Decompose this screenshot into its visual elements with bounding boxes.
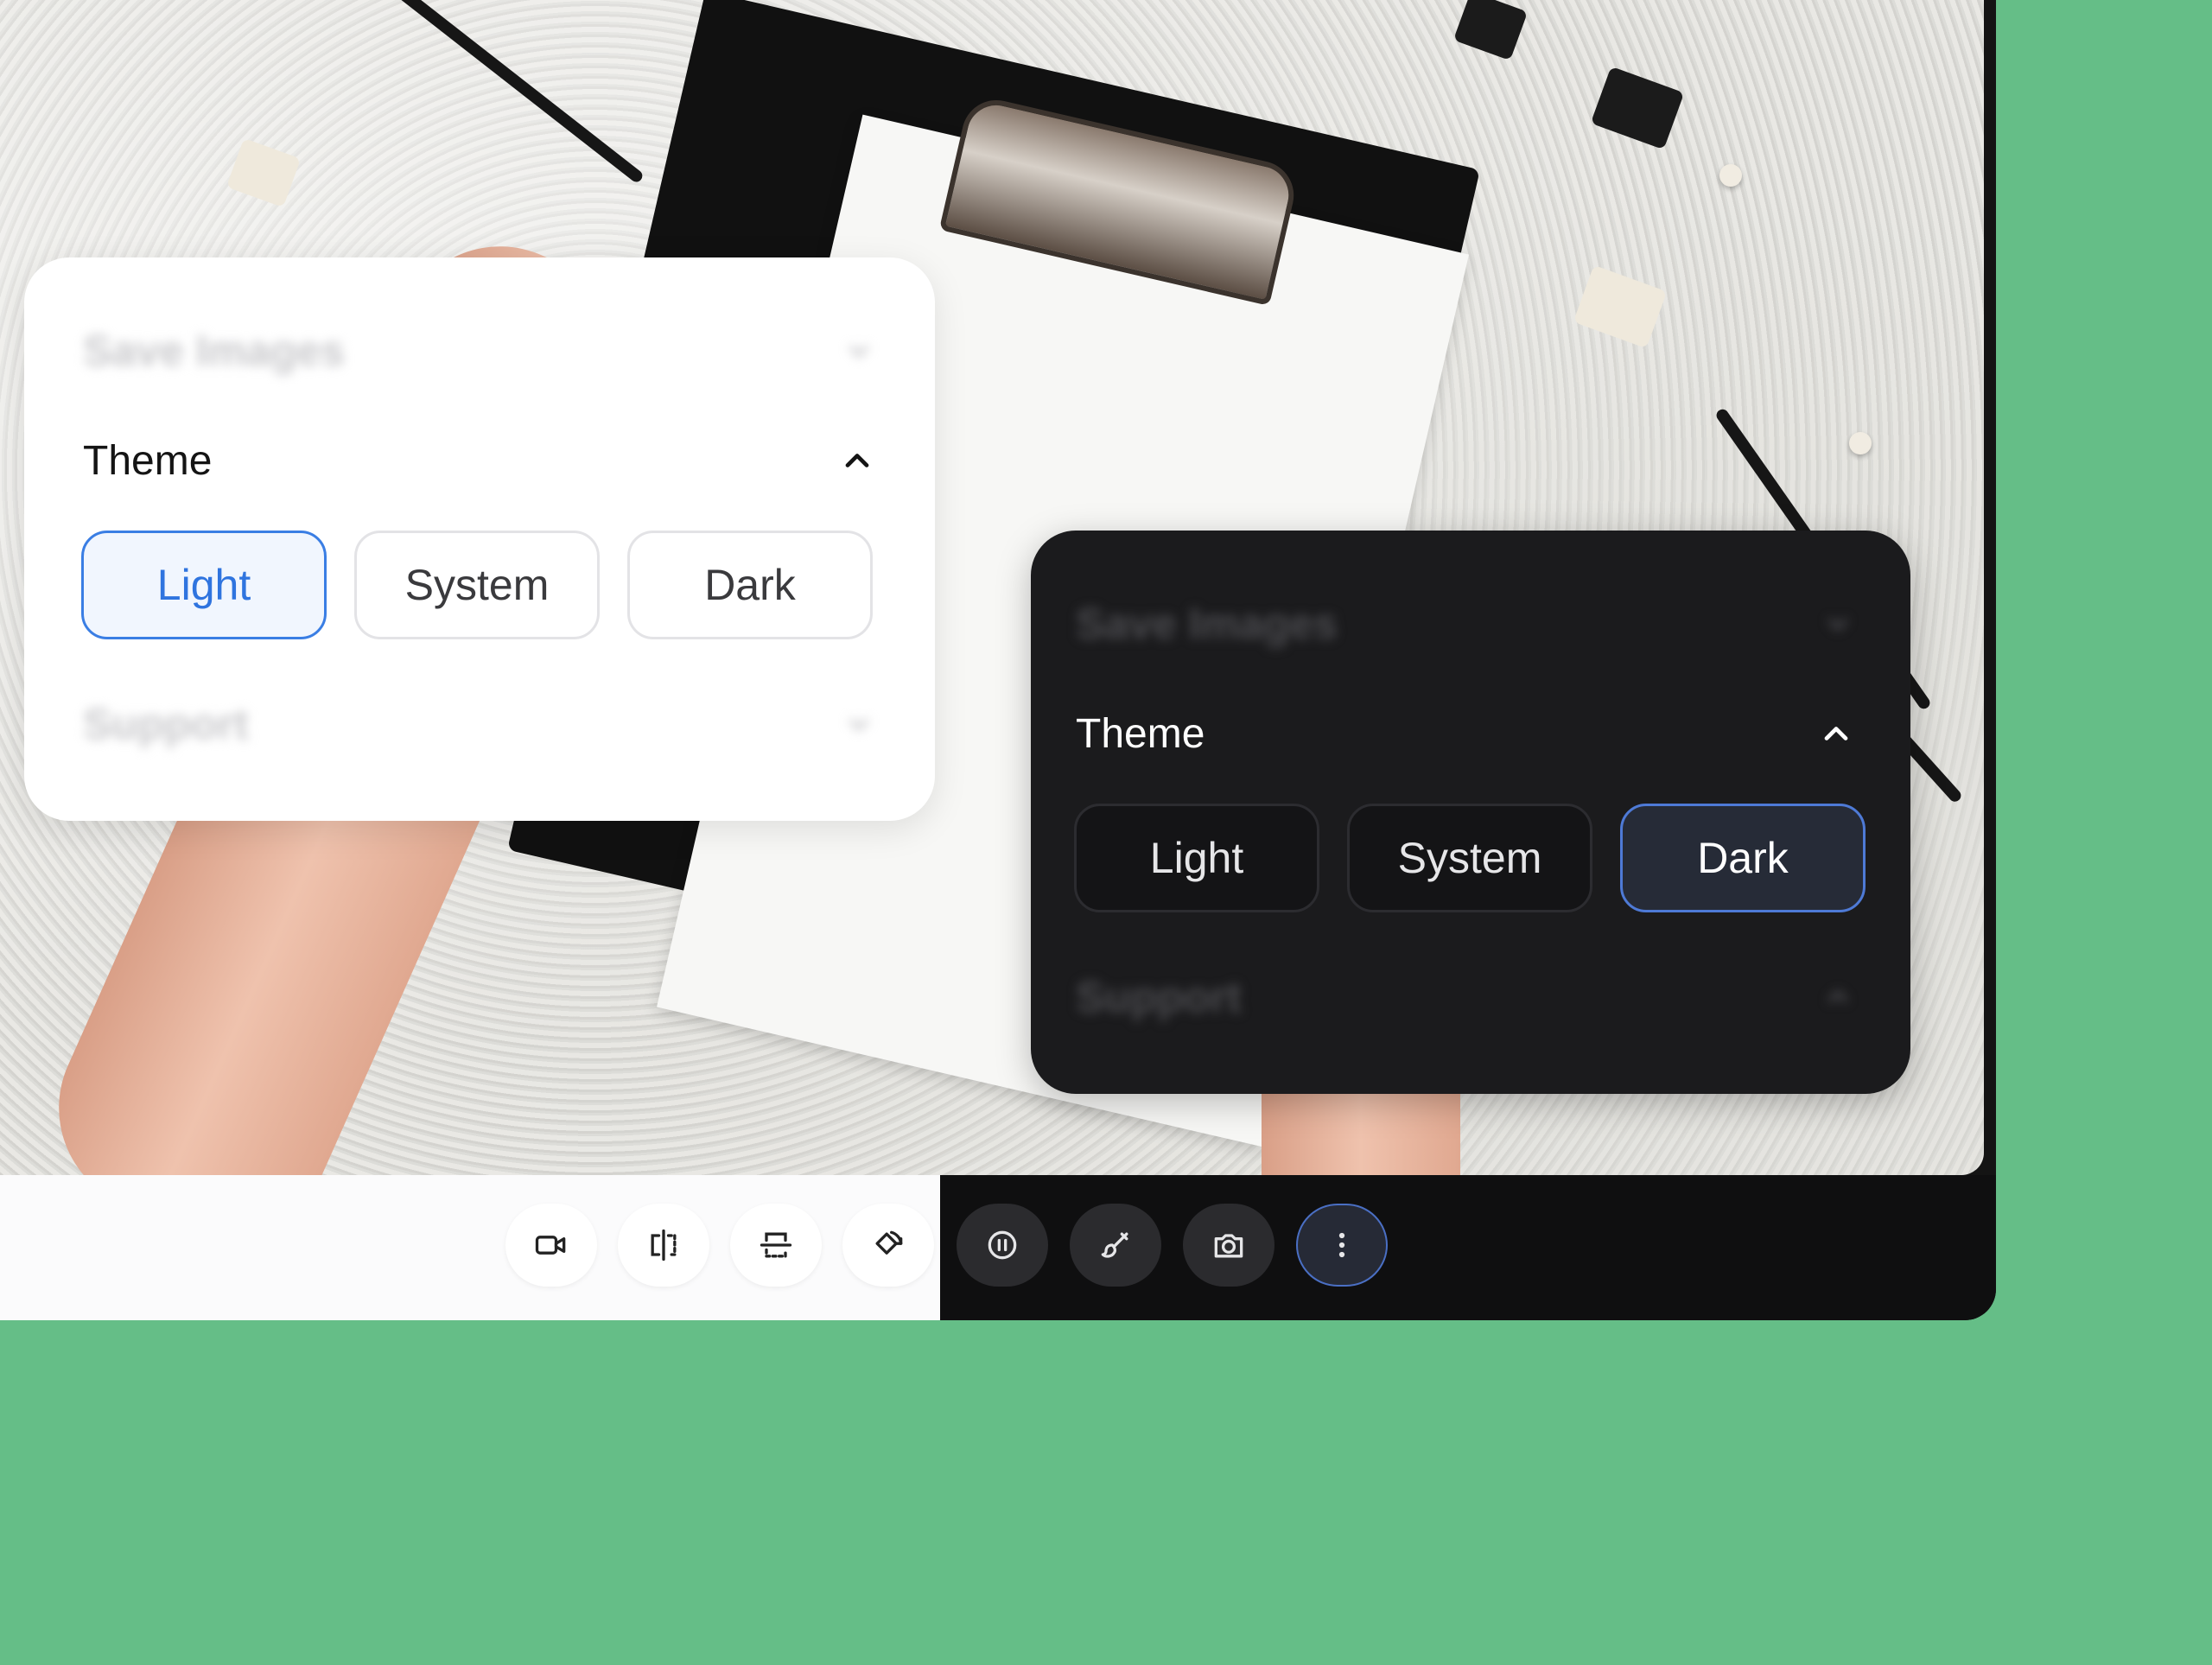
theme-option-system[interactable]: System — [1347, 804, 1592, 912]
more-options-button[interactable] — [1296, 1204, 1388, 1287]
pause-button[interactable] — [957, 1204, 1048, 1287]
chevron-down-icon — [1827, 618, 1848, 632]
photo-binder — [1452, 0, 1529, 61]
theme-option-dark[interactable]: Dark — [627, 531, 873, 639]
theme-option-system[interactable]: System — [354, 531, 600, 639]
settings-panel-light: Save Images Theme Light System Dark Supp… — [24, 257, 935, 821]
theme-label: Theme — [1076, 710, 1205, 757]
save-images-row[interactable]: Save Images — [1076, 598, 1855, 650]
rotate-icon — [875, 1230, 903, 1255]
photo-binder — [1573, 264, 1668, 349]
theme-options: Light System Dark — [1074, 804, 1866, 912]
flip-vertical-button[interactable] — [730, 1204, 822, 1287]
video-camera-icon — [535, 1236, 566, 1255]
theme-header[interactable]: Theme — [83, 430, 876, 491]
flip-horizontal-button[interactable] — [618, 1204, 709, 1287]
photo-pin — [1849, 432, 1872, 454]
theme-header[interactable]: Theme — [1076, 703, 1855, 764]
support-label: Support — [83, 700, 249, 748]
flip-vertical-icon — [760, 1232, 792, 1258]
settings-panel-dark: Save Images Theme Light System Dark Supp… — [1031, 531, 1910, 1094]
brush-icon — [1101, 1232, 1128, 1258]
flip-horizontal-icon — [651, 1229, 677, 1261]
chevron-down-icon — [849, 345, 869, 359]
photo-pencil — [391, 0, 645, 185]
pause-icon — [988, 1230, 1017, 1260]
camera-icon — [1214, 1234, 1243, 1258]
more-vertical-icon — [1338, 1232, 1345, 1258]
chevron-up-icon — [845, 454, 869, 467]
capture-photo-button[interactable] — [1183, 1204, 1274, 1287]
photo-binder — [1590, 66, 1685, 150]
photo-binder — [226, 137, 302, 208]
theme-options: Light System Dark — [81, 531, 873, 639]
chevron-down-icon — [849, 718, 869, 732]
draw-button[interactable] — [1070, 1204, 1161, 1287]
save-images-row[interactable]: Save Images — [83, 325, 876, 377]
chevron-up-icon — [1824, 727, 1848, 740]
theme-option-light[interactable]: Light — [81, 531, 327, 639]
support-label: Support — [1076, 973, 1242, 1021]
save-images-label: Save Images — [83, 327, 345, 375]
rotate-button[interactable] — [842, 1204, 934, 1287]
record-video-button[interactable] — [505, 1204, 597, 1287]
theme-label: Theme — [83, 437, 213, 484]
support-row[interactable]: Support — [1076, 971, 1855, 1023]
chevron-up-icon — [1827, 989, 1848, 1003]
save-images-label: Save Images — [1076, 600, 1338, 648]
theme-option-light[interactable]: Light — [1074, 804, 1319, 912]
support-row[interactable]: Support — [83, 698, 876, 750]
theme-option-dark[interactable]: Dark — [1620, 804, 1866, 912]
photo-pin — [1719, 164, 1742, 187]
